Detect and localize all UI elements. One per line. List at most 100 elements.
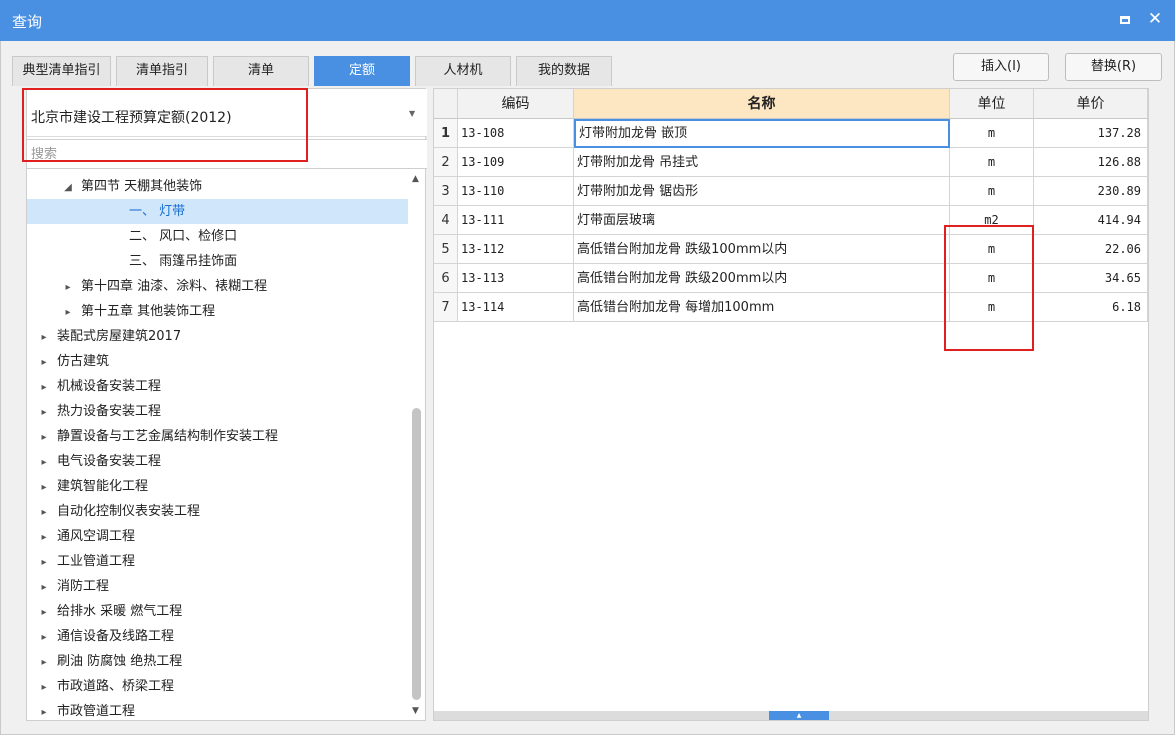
cell-name[interactable]: 高低错台附加龙骨 跌级200mm以内 bbox=[574, 264, 950, 293]
maximize-icon[interactable] bbox=[1118, 13, 1132, 27]
expand-icon[interactable]: ▸ bbox=[37, 550, 51, 575]
cell-unit[interactable]: m bbox=[950, 119, 1034, 148]
cell-price[interactable]: 34.65 bbox=[1034, 264, 1148, 293]
cell-price[interactable]: 414.94 bbox=[1034, 206, 1148, 235]
cell-name[interactable]: 灯带面层玻璃 bbox=[574, 206, 950, 235]
cell-price[interactable]: 126.88 bbox=[1034, 148, 1148, 177]
cell-price[interactable]: 137.28 bbox=[1034, 119, 1148, 148]
row-number[interactable]: 3 bbox=[434, 177, 458, 206]
column-header-code[interactable]: 编码 bbox=[458, 89, 574, 119]
chevron-down-icon[interactable]: ▼ bbox=[409, 109, 415, 118]
cell-price[interactable]: 22.06 bbox=[1034, 235, 1148, 264]
tree-item[interactable]: ▸ 装配式房屋建筑2017 bbox=[27, 324, 408, 349]
cell-price[interactable]: 6.18 bbox=[1034, 293, 1148, 322]
cell-code[interactable]: 13-109 bbox=[458, 148, 574, 177]
tree-item[interactable]: ▸ 热力设备安装工程 bbox=[27, 399, 408, 424]
cell-name[interactable]: 灯带附加龙骨 锯齿形 bbox=[574, 177, 950, 206]
cell-unit[interactable]: m2 bbox=[950, 206, 1034, 235]
grid-horizontal-scrollbar[interactable]: ▲ bbox=[434, 711, 1148, 720]
cell-code[interactable]: 13-112 bbox=[458, 235, 574, 264]
scrollbar-thumb[interactable] bbox=[412, 408, 421, 700]
tree-item[interactable]: 二、 风口、检修口 bbox=[27, 224, 408, 249]
expand-icon[interactable]: ▸ bbox=[37, 450, 51, 475]
expand-icon[interactable]: ▸ bbox=[37, 625, 51, 650]
cell-unit[interactable]: m bbox=[950, 264, 1034, 293]
row-number[interactable]: 5 bbox=[434, 235, 458, 264]
tree-item[interactable]: ◢ 第四节 天棚其他装饰 bbox=[27, 174, 408, 199]
cell-name[interactable]: 高低错台附加龙骨 每增加100mm bbox=[574, 293, 950, 322]
scroll-down-icon[interactable]: ▼ bbox=[412, 706, 419, 716]
expand-icon[interactable]: ▸ bbox=[37, 700, 51, 719]
expand-icon[interactable]: ▸ bbox=[37, 600, 51, 625]
tree-item[interactable]: ▸ 刷油 防腐蚀 绝热工程 bbox=[27, 649, 408, 674]
cell-unit[interactable]: m bbox=[950, 148, 1034, 177]
expand-icon[interactable]: ▸ bbox=[61, 275, 75, 300]
tab-list-guide[interactable]: 清单指引 bbox=[116, 56, 208, 86]
tree-item[interactable]: ▸ 通风空调工程 bbox=[27, 524, 408, 549]
replace-button[interactable]: 替换(R) bbox=[1065, 53, 1162, 81]
expand-icon[interactable]: ▸ bbox=[37, 400, 51, 425]
expand-icon[interactable]: ▸ bbox=[37, 575, 51, 600]
scroll-up-icon[interactable]: ▲ bbox=[412, 174, 419, 184]
expand-icon[interactable]: ▸ bbox=[37, 650, 51, 675]
cell-unit[interactable]: m bbox=[950, 235, 1034, 264]
tree-item[interactable]: ▸ 仿古建筑 bbox=[27, 349, 408, 374]
expand-icon[interactable]: ▸ bbox=[61, 300, 75, 325]
row-number[interactable]: 7 bbox=[434, 293, 458, 322]
cell-name[interactable]: 灯带附加龙骨 嵌顶 bbox=[574, 119, 950, 148]
row-number[interactable]: 2 bbox=[434, 148, 458, 177]
tree-item[interactable]: ▸ 市政道路、桥梁工程 bbox=[27, 674, 408, 699]
tree-item[interactable]: ▸ 建筑智能化工程 bbox=[27, 474, 408, 499]
cell-code[interactable]: 13-108 bbox=[458, 119, 574, 148]
column-header-name[interactable]: 名称 bbox=[574, 89, 950, 119]
expand-icon[interactable]: ▸ bbox=[37, 325, 51, 350]
tree-item[interactable]: ▸ 消防工程 bbox=[27, 574, 408, 599]
collapse-icon[interactable]: ◢ bbox=[61, 175, 75, 200]
tab-typical-list-guide[interactable]: 典型清单指引 bbox=[12, 56, 111, 86]
expand-icon[interactable]: ▸ bbox=[37, 375, 51, 400]
cell-code[interactable]: 13-114 bbox=[458, 293, 574, 322]
row-number[interactable]: 6 bbox=[434, 264, 458, 293]
cell-code[interactable]: 13-111 bbox=[458, 206, 574, 235]
cell-name[interactable]: 高低错台附加龙骨 跌级100mm以内 bbox=[574, 235, 950, 264]
library-select[interactable]: 北京市建设工程预算定额(2012) ▼ bbox=[27, 89, 427, 137]
cell-code[interactable]: 13-110 bbox=[458, 177, 574, 206]
scrollbar-thumb[interactable]: ▲ bbox=[769, 711, 829, 720]
tree-item[interactable]: ▸ 电气设备安装工程 bbox=[27, 449, 408, 474]
expand-icon[interactable]: ▸ bbox=[37, 425, 51, 450]
tab-list[interactable]: 清单 bbox=[213, 56, 309, 86]
row-number[interactable]: 1 bbox=[434, 119, 458, 148]
tree-item[interactable]: ▸ 第十五章 其他装饰工程 bbox=[27, 299, 408, 324]
expand-icon[interactable]: ▸ bbox=[37, 675, 51, 700]
tree-item[interactable]: ▸ 工业管道工程 bbox=[27, 549, 408, 574]
expand-icon[interactable]: ▸ bbox=[37, 500, 51, 525]
tree-item-label: 装配式房屋建筑2017 bbox=[57, 329, 182, 344]
expand-icon[interactable]: ▸ bbox=[37, 525, 51, 550]
tree-item[interactable]: ▸ 机械设备安装工程 bbox=[27, 374, 408, 399]
tree-item[interactable]: ▸ 自动化控制仪表安装工程 bbox=[27, 499, 408, 524]
tree-item[interactable]: ▸ 给排水 采暖 燃气工程 bbox=[27, 599, 408, 624]
cell-code[interactable]: 13-113 bbox=[458, 264, 574, 293]
tab-quota[interactable]: 定额 bbox=[314, 56, 410, 86]
expand-icon[interactable]: ▸ bbox=[37, 350, 51, 375]
cell-unit[interactable]: m bbox=[950, 293, 1034, 322]
row-number[interactable]: 4 bbox=[434, 206, 458, 235]
close-icon[interactable]: ✕ bbox=[1146, 9, 1164, 29]
cell-price[interactable]: 230.89 bbox=[1034, 177, 1148, 206]
tree-item[interactable]: ▸ 第十四章 油漆、涂料、裱糊工程 bbox=[27, 274, 408, 299]
insert-button[interactable]: 插入(I) bbox=[953, 53, 1049, 81]
tab-labor-material-machine[interactable]: 人材机 bbox=[415, 56, 511, 86]
expand-icon[interactable]: ▸ bbox=[37, 475, 51, 500]
tree-item[interactable]: ▸ 静置设备与工艺金属结构制作安装工程 bbox=[27, 424, 408, 449]
tree-scrollbar[interactable]: ▲ ▼ bbox=[410, 174, 424, 719]
column-header-price[interactable]: 单价 bbox=[1034, 89, 1148, 119]
search-input[interactable] bbox=[27, 139, 427, 169]
tree-item[interactable]: 一、 灯带 bbox=[27, 199, 408, 224]
tab-my-data[interactable]: 我的数据 bbox=[516, 56, 612, 86]
tree-item[interactable]: ▸ 市政管道工程 bbox=[27, 699, 408, 719]
tree-item[interactable]: ▸ 通信设备及线路工程 bbox=[27, 624, 408, 649]
tree-item[interactable]: 三、 雨篷吊挂饰面 bbox=[27, 249, 408, 274]
column-header-unit[interactable]: 单位 bbox=[950, 89, 1034, 119]
cell-unit[interactable]: m bbox=[950, 177, 1034, 206]
cell-name[interactable]: 灯带附加龙骨 吊挂式 bbox=[574, 148, 950, 177]
